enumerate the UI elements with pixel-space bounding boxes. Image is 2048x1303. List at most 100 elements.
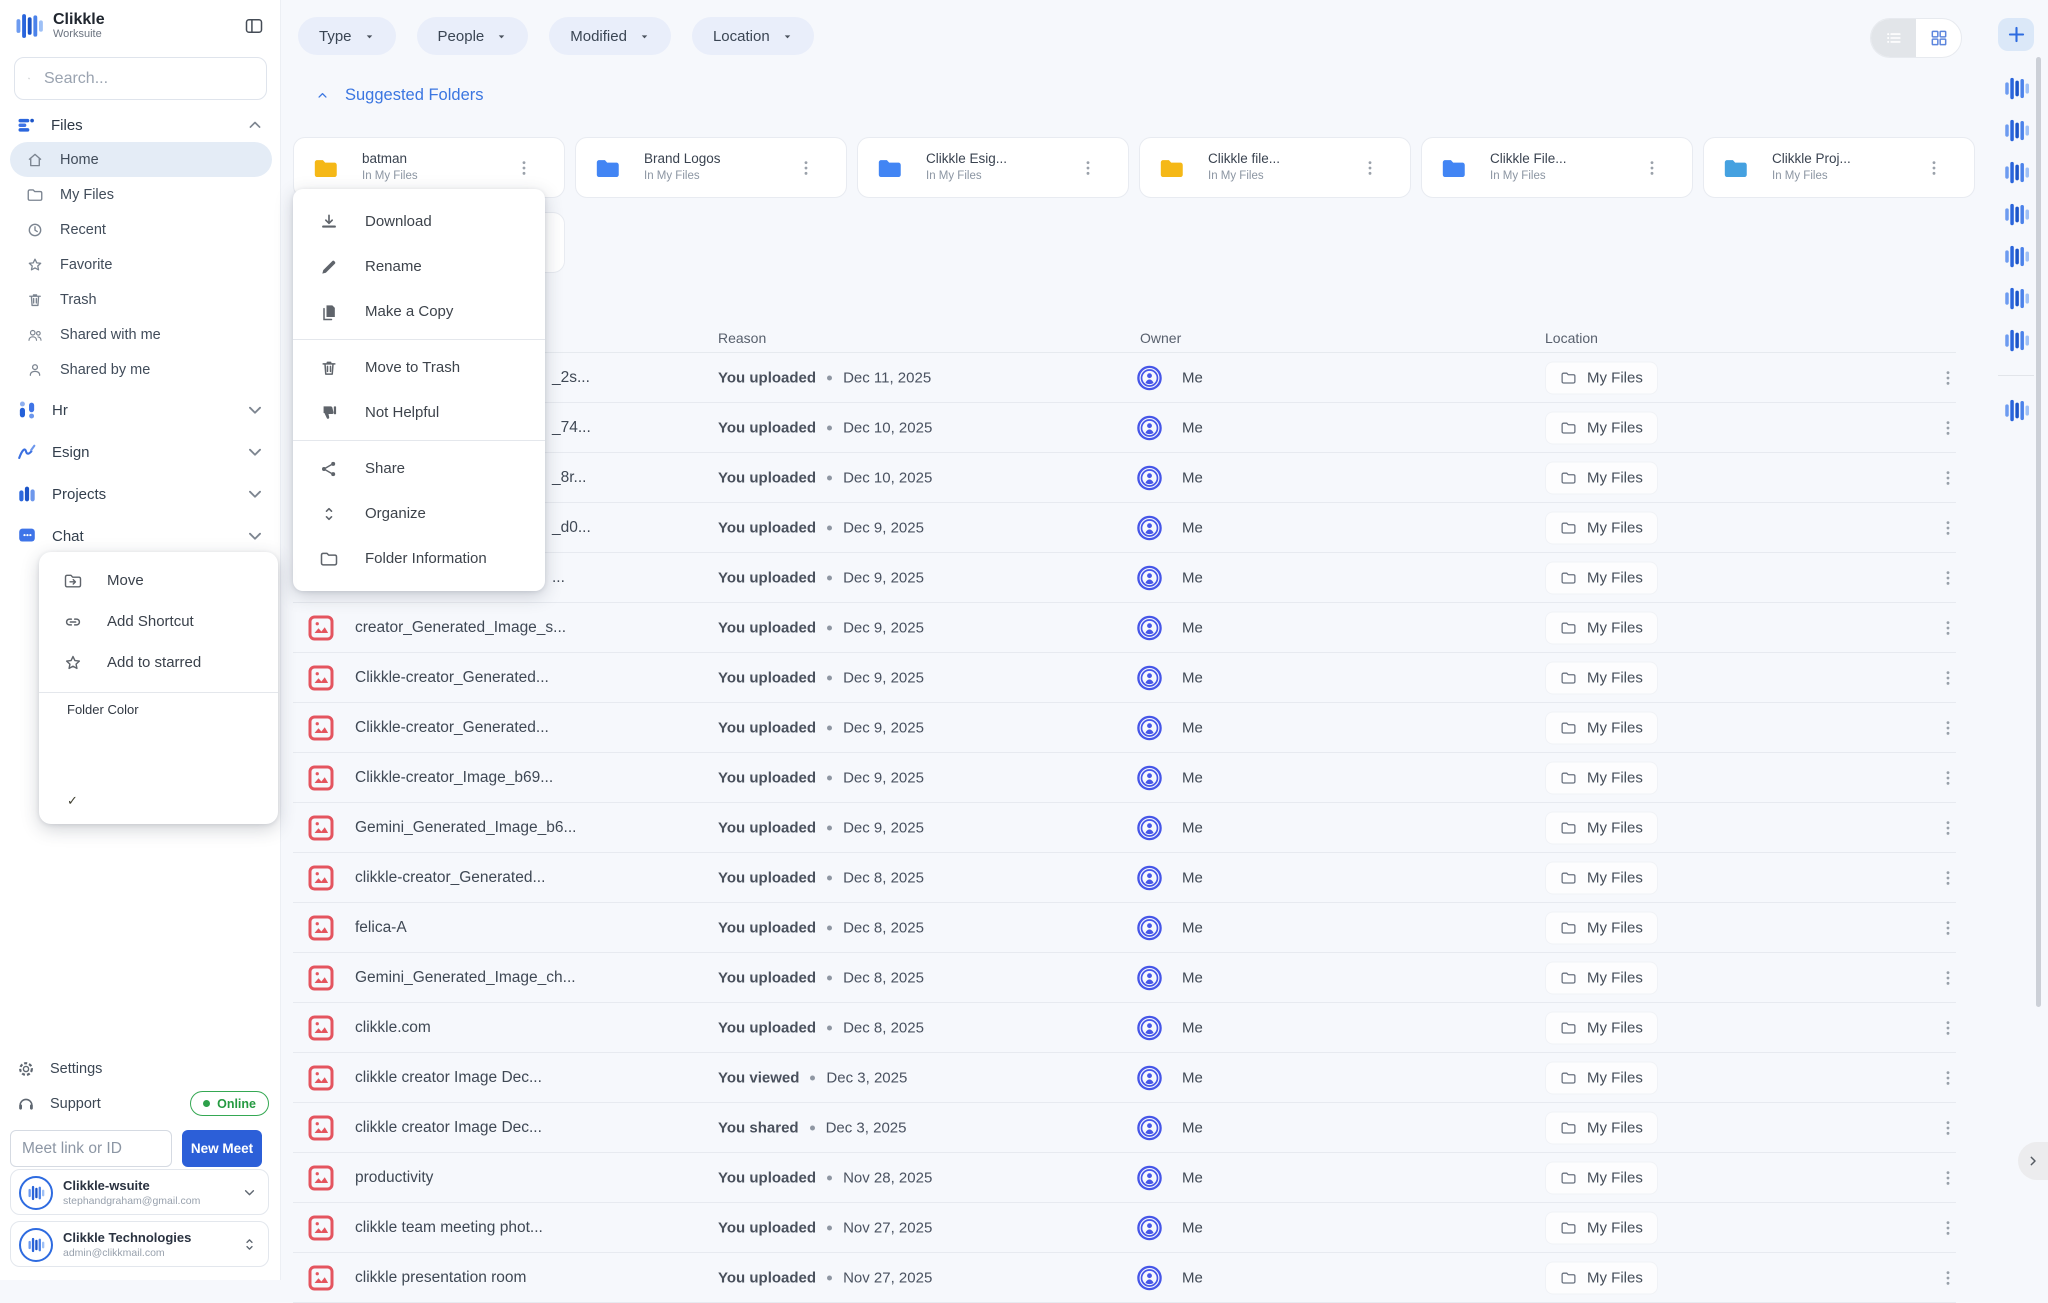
kebab-menu-icon[interactable]: [1938, 918, 1958, 938]
sidebar-module[interactable]: Chat: [10, 515, 272, 557]
color-swatch[interactable]: [165, 791, 184, 810]
support-row[interactable]: Support Online: [16, 1087, 265, 1121]
search-input[interactable]: [42, 69, 253, 89]
file-location[interactable]: My Files: [1545, 461, 1658, 494]
context-menu-item[interactable]: Move to Trash: [293, 345, 545, 390]
file-location[interactable]: My Files: [1545, 561, 1658, 594]
kebab-menu-icon[interactable]: [1938, 1268, 1958, 1288]
table-row[interactable]: Clikkle-creator_Generated... You uploade…: [293, 653, 1956, 703]
chevron-down-icon[interactable]: [244, 441, 266, 463]
table-row[interactable]: Gemini_Generated_Image_ch... You uploade…: [293, 953, 1956, 1003]
table-row[interactable]: Clikkle-creator_Image_b69... You uploade…: [293, 753, 1956, 803]
file-location[interactable]: My Files: [1545, 1211, 1658, 1244]
folder-menu-item[interactable]: Add Shortcut: [39, 601, 278, 642]
sidebar-item[interactable]: Shared by me: [10, 352, 272, 387]
view-toggle-option[interactable]: [1871, 19, 1916, 57]
context-menu-item[interactable]: Download: [293, 199, 545, 244]
meet-link-input[interactable]: [10, 1130, 172, 1167]
color-swatch[interactable]: [199, 727, 218, 746]
suggested-folders-header[interactable]: Suggested Folders: [315, 86, 484, 105]
context-menu-item[interactable]: Rename: [293, 244, 545, 289]
sidebar-collapse-icon[interactable]: [244, 16, 264, 36]
chevron-down-icon[interactable]: [244, 399, 266, 421]
kebab-menu-icon[interactable]: [1938, 468, 1958, 488]
sidebar-item[interactable]: Recent: [10, 212, 272, 247]
color-swatch[interactable]: [165, 759, 184, 778]
filter-dropdown[interactable]: People: [417, 17, 529, 55]
kebab-menu-icon[interactable]: [1938, 1118, 1958, 1138]
kebab-menu-icon[interactable]: [1078, 158, 1098, 178]
kebab-menu-icon[interactable]: [1938, 968, 1958, 988]
context-menu-item[interactable]: Not Helpful: [293, 390, 545, 435]
filter-dropdown[interactable]: Location: [692, 17, 814, 55]
file-location[interactable]: My Files: [1545, 761, 1658, 794]
file-location[interactable]: My Files: [1545, 961, 1658, 994]
sidebar-item[interactable]: My Files: [10, 177, 272, 212]
kebab-menu-icon[interactable]: [1938, 1168, 1958, 1188]
color-swatch[interactable]: [233, 727, 252, 746]
sidebar-item[interactable]: Trash: [10, 282, 272, 317]
folder-card[interactable]: Clikkle file... In My Files: [1139, 137, 1411, 198]
sidebar-item[interactable]: Home: [10, 142, 272, 177]
filter-dropdown[interactable]: Modified: [549, 17, 671, 55]
kebab-menu-icon[interactable]: [1938, 418, 1958, 438]
file-location[interactable]: My Files: [1545, 1261, 1658, 1294]
table-row[interactable]: Gemini_Generated_Image_b6... You uploade…: [293, 803, 1956, 853]
sidebar-item[interactable]: Shared with me: [10, 317, 272, 352]
chev-down-icon[interactable]: [241, 1184, 258, 1201]
filter-dropdown[interactable]: Type: [298, 17, 396, 55]
file-location[interactable]: My Files: [1545, 861, 1658, 894]
expand-panel-button[interactable]: [2018, 1142, 2048, 1180]
folder-menu-item[interactable]: Add to starred: [39, 642, 278, 683]
search-box[interactable]: [14, 57, 267, 100]
kebab-menu-icon[interactable]: [1938, 618, 1958, 638]
kebab-menu-icon[interactable]: [1938, 668, 1958, 688]
kebab-menu-icon[interactable]: [1938, 768, 1958, 788]
table-row[interactable]: clikkle creator Image Dec... You viewed …: [293, 1053, 1956, 1103]
color-swatch[interactable]: [233, 759, 252, 778]
folder-card[interactable]: Clikkle File... In My Files: [1421, 137, 1693, 198]
table-row[interactable]: clikkle-creator_Generated... You uploade…: [293, 853, 1956, 903]
chevron-down-icon[interactable]: [244, 525, 266, 547]
color-swatch[interactable]: [97, 791, 116, 810]
chevron-up-icon[interactable]: [245, 115, 265, 135]
sidebar-item[interactable]: Favorite: [10, 247, 272, 282]
table-row[interactable]: clikkle presentation room You uploaded N…: [293, 1253, 1956, 1303]
color-swatch[interactable]: [131, 727, 150, 746]
create-new-button[interactable]: [1998, 18, 2034, 51]
folder-menu-item[interactable]: Move: [39, 560, 278, 601]
sidebar-module[interactable]: Projects: [10, 473, 272, 515]
color-swatch[interactable]: [131, 791, 150, 810]
sidebar-module[interactable]: Hr: [10, 389, 272, 431]
kebab-menu-icon[interactable]: [796, 158, 816, 178]
table-row[interactable]: Clikkle-creator_Generated... You uploade…: [293, 703, 1956, 753]
kebab-menu-icon[interactable]: [1924, 158, 1944, 178]
kebab-menu-icon[interactable]: [1938, 1218, 1958, 1238]
file-location[interactable]: My Files: [1545, 1011, 1658, 1044]
file-location[interactable]: My Files: [1545, 911, 1658, 944]
settings-row[interactable]: Settings: [16, 1052, 265, 1086]
color-swatch[interactable]: [199, 791, 218, 810]
kebab-menu-icon[interactable]: [1938, 518, 1958, 538]
account-card[interactable]: Clikkle Technologies admin@clikkmail.com: [10, 1221, 269, 1267]
table-row[interactable]: felica-A You uploaded Dec 8, 2025 Me My …: [293, 903, 1956, 953]
file-location[interactable]: My Files: [1545, 711, 1658, 744]
file-location[interactable]: My Files: [1545, 361, 1658, 394]
file-location[interactable]: My Files: [1545, 611, 1658, 644]
kebab-menu-icon[interactable]: [1938, 718, 1958, 738]
table-row[interactable]: clikkle.com You uploaded Dec 8, 2025 Me …: [293, 1003, 1956, 1053]
view-toggle-option[interactable]: [1916, 19, 1961, 57]
color-swatch[interactable]: [97, 727, 116, 746]
folder-card[interactable]: Clikkle Esig... In My Files: [857, 137, 1129, 198]
table-row[interactable]: productivity You uploaded Nov 28, 2025 M…: [293, 1153, 1956, 1203]
color-swatch[interactable]: [97, 759, 116, 778]
file-location[interactable]: My Files: [1545, 661, 1658, 694]
context-menu-item[interactable]: Organize: [293, 491, 545, 536]
table-row[interactable]: clikkle team meeting phot... You uploade…: [293, 1203, 1956, 1253]
kebab-menu-icon[interactable]: [1938, 868, 1958, 888]
chevron-down-icon[interactable]: [244, 483, 266, 505]
kebab-menu-icon[interactable]: [1938, 568, 1958, 588]
context-menu-item[interactable]: Make a Copy: [293, 289, 545, 334]
kebab-menu-icon[interactable]: [1360, 158, 1380, 178]
color-swatch[interactable]: [63, 791, 82, 810]
